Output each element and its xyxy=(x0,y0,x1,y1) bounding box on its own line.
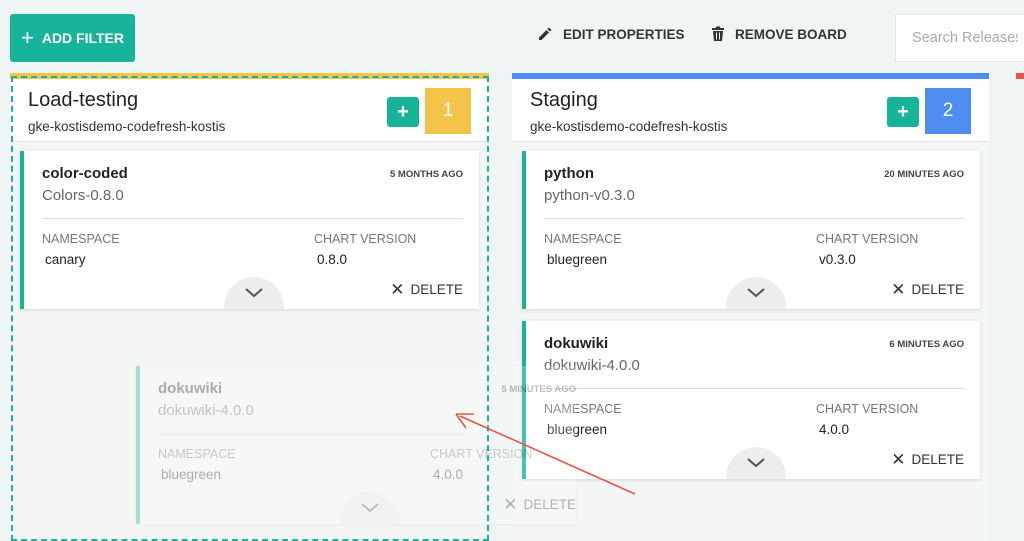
chevron-down-icon xyxy=(747,458,765,468)
delete-button[interactable]: ✕ DELETE xyxy=(891,451,964,468)
plus-icon: + xyxy=(897,100,909,123)
release-time: 6 MINUTES AGO xyxy=(889,339,964,350)
card-divider xyxy=(544,218,964,219)
chevron-down-icon xyxy=(361,503,379,513)
column-cluster: gke-kostisdemo-codefresh-kostis xyxy=(28,119,226,134)
card-divider xyxy=(42,218,463,219)
release-name: color-coded xyxy=(42,165,128,182)
expand-button[interactable] xyxy=(224,277,284,309)
delete-label: DELETE xyxy=(911,452,964,467)
close-icon: ✕ xyxy=(891,450,906,469)
plus-icon: + xyxy=(397,100,409,123)
delete-label: DELETE xyxy=(911,282,964,297)
expand-button[interactable] xyxy=(726,447,786,479)
release-version: dokuwiki-4.0.0 xyxy=(158,402,254,419)
release-name: dokuwiki xyxy=(158,380,223,397)
chart-version-value: v0.3.0 xyxy=(819,252,856,267)
release-time: 5 MINUTES AGO xyxy=(501,384,576,395)
namespace-label: NAMESPACE xyxy=(42,232,120,246)
release-card[interactable]: color-coded 5 MONTHS AGO Colors-0.8.0 NA… xyxy=(20,151,479,309)
release-name: dokuwiki xyxy=(544,335,609,352)
release-version: Colors-0.8.0 xyxy=(42,187,124,204)
namespace-label: NAMESPACE xyxy=(544,232,622,246)
pencil-icon xyxy=(539,27,552,40)
column-header: Load-testing gke-kostisdemo-codefresh-ko… xyxy=(10,79,489,142)
delete-button[interactable]: ✕ DELETE xyxy=(891,281,964,298)
column-title: Load-testing xyxy=(28,89,139,111)
release-time: 5 MONTHS AGO xyxy=(389,169,463,180)
release-count-badge: 1 xyxy=(425,88,471,134)
next-column-edge xyxy=(1016,73,1024,541)
namespace-value: canary xyxy=(45,252,86,267)
card-divider xyxy=(158,433,466,434)
search-input[interactable] xyxy=(895,14,1024,62)
close-icon: ✕ xyxy=(891,280,906,299)
expand-button[interactable] xyxy=(726,277,786,309)
column-title: Staging xyxy=(530,89,598,111)
trash-icon xyxy=(712,26,724,41)
release-card[interactable]: python 20 MINUTES AGO python-v0.3.0 NAME… xyxy=(522,151,980,309)
namespace-label: NAMESPACE xyxy=(158,447,236,461)
delete-label: DELETE xyxy=(410,282,463,297)
top-toolbar: + ADD FILTER EDIT PROPERTIES REMOVE BOAR… xyxy=(0,0,1024,76)
chart-version-label: CHART VERSION xyxy=(816,232,919,246)
remove-board-label: REMOVE BOARD xyxy=(735,26,847,42)
chart-version-label: CHART VERSION xyxy=(430,447,533,461)
chart-version-label: CHART VERSION xyxy=(816,402,919,416)
remove-board-button[interactable]: REMOVE BOARD xyxy=(711,26,847,42)
add-filter-label: ADD FILTER xyxy=(41,30,125,46)
add-release-button[interactable]: + xyxy=(387,97,419,127)
chart-version-value: 4.0.0 xyxy=(819,422,850,437)
delete-button[interactable]: ✕ DELETE xyxy=(390,281,463,298)
delete-button: ✕ DELETE xyxy=(503,496,576,513)
release-time: 20 MINUTES AGO xyxy=(884,169,964,180)
column-header: Staging gke-kostisdemo-codefresh-kostis … xyxy=(512,79,989,142)
chevron-down-icon xyxy=(245,288,263,298)
close-icon: ✕ xyxy=(390,280,405,299)
release-version: python-v0.3.0 xyxy=(544,187,635,204)
card-divider xyxy=(544,388,964,389)
chart-version-value: 0.8.0 xyxy=(317,252,348,267)
add-filter-button[interactable]: + ADD FILTER xyxy=(10,14,135,62)
dragging-release-card[interactable]: dokuwiki 5 MINUTES AGO dokuwiki-4.0.0 NA… xyxy=(136,366,576,524)
edit-properties-button[interactable]: EDIT PROPERTIES xyxy=(537,26,685,42)
add-release-button[interactable]: + xyxy=(887,97,919,127)
namespace-value: bluegreen xyxy=(161,467,222,482)
chart-version-label: CHART VERSION xyxy=(314,232,417,246)
chevron-down-icon xyxy=(747,288,765,298)
namespace-value: bluegreen xyxy=(547,252,608,267)
release-card[interactable]: dokuwiki 6 MINUTES AGO dokuwiki-4.0.0 NA… xyxy=(522,321,980,479)
edit-properties-label: EDIT PROPERTIES xyxy=(563,26,685,42)
plus-icon: + xyxy=(20,25,34,50)
release-count-badge: 2 xyxy=(925,88,971,134)
close-icon: ✕ xyxy=(503,495,518,514)
delete-label: DELETE xyxy=(523,497,576,512)
expand-button xyxy=(340,492,400,524)
column-cluster: gke-kostisdemo-codefresh-kostis xyxy=(530,119,728,134)
release-name: python xyxy=(544,165,594,182)
chart-version-value: 4.0.0 xyxy=(433,467,464,482)
